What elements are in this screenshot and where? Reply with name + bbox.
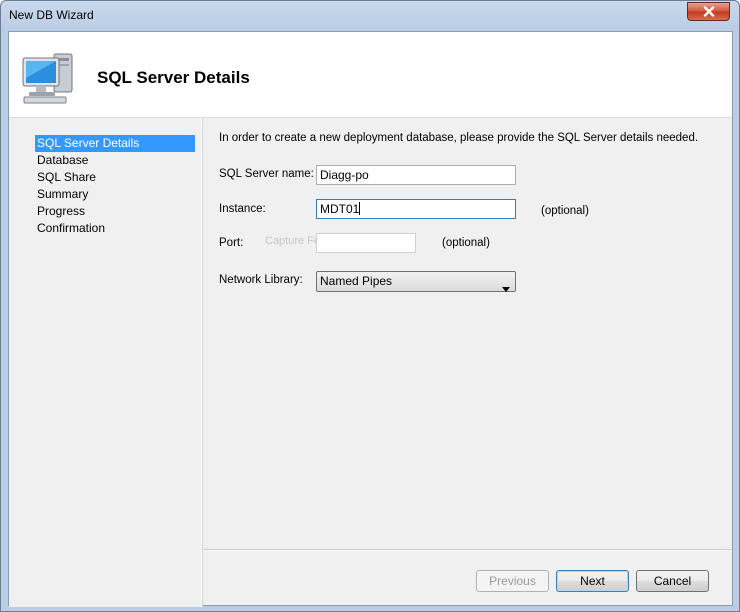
computer-monitor-icon — [21, 48, 81, 107]
close-button[interactable] — [687, 2, 730, 21]
window-title: New DB Wizard — [9, 8, 94, 22]
port-label: Port: — [219, 237, 244, 249]
nav-step-confirmation[interactable]: Confirmation — [35, 220, 195, 237]
footer-divider — [204, 549, 732, 551]
wizard-client-area: SQL Server Details SQL Server Details Da… — [8, 31, 733, 607]
instance-value: MDT01 — [320, 202, 360, 216]
text-caret — [359, 202, 361, 215]
wizard-window: New DB Wizard SQL Server Details SQL Ser… — [0, 0, 740, 612]
nav-step-sql-share[interactable]: SQL Share — [35, 169, 195, 186]
nav-step-progress[interactable]: Progress — [35, 203, 195, 220]
instance-input[interactable]: MDT01 — [316, 199, 516, 219]
dropdown-arrow-icon[interactable] — [502, 279, 510, 298]
next-button[interactable]: Next — [556, 570, 629, 592]
page-title: SQL Server Details — [97, 68, 250, 87]
network-library-value: Named Pipes — [320, 274, 393, 288]
port-optional-hint: (optional) — [442, 237, 490, 249]
close-icon — [703, 6, 715, 17]
network-library-label: Network Library: — [219, 274, 303, 286]
wizard-step-list: SQL Server Details Database SQL Share Su… — [9, 119, 202, 607]
previous-button[interactable]: Previous — [476, 570, 549, 592]
wizard-content: In order to create a new deployment data… — [204, 119, 732, 549]
intro-text: In order to create a new deployment data… — [219, 132, 699, 144]
port-input[interactable] — [316, 233, 416, 253]
network-library-select[interactable]: Named Pipes — [316, 271, 516, 292]
instance-optional-hint: (optional) — [541, 205, 589, 217]
server-name-input[interactable]: Diagg-po — [316, 165, 516, 185]
nav-step-sql-server-details[interactable]: SQL Server Details — [35, 135, 195, 152]
nav-step-summary[interactable]: Summary — [35, 186, 195, 203]
nav-step-database[interactable]: Database — [35, 152, 195, 169]
cancel-button[interactable]: Cancel — [636, 570, 709, 592]
instance-label: Instance: — [219, 203, 266, 215]
wizard-header: SQL Server Details — [9, 32, 732, 118]
title-bar[interactable]: New DB Wizard — [1, 1, 739, 31]
server-name-value: Diagg-po — [320, 168, 369, 182]
server-name-label: SQL Server name: — [219, 168, 314, 180]
